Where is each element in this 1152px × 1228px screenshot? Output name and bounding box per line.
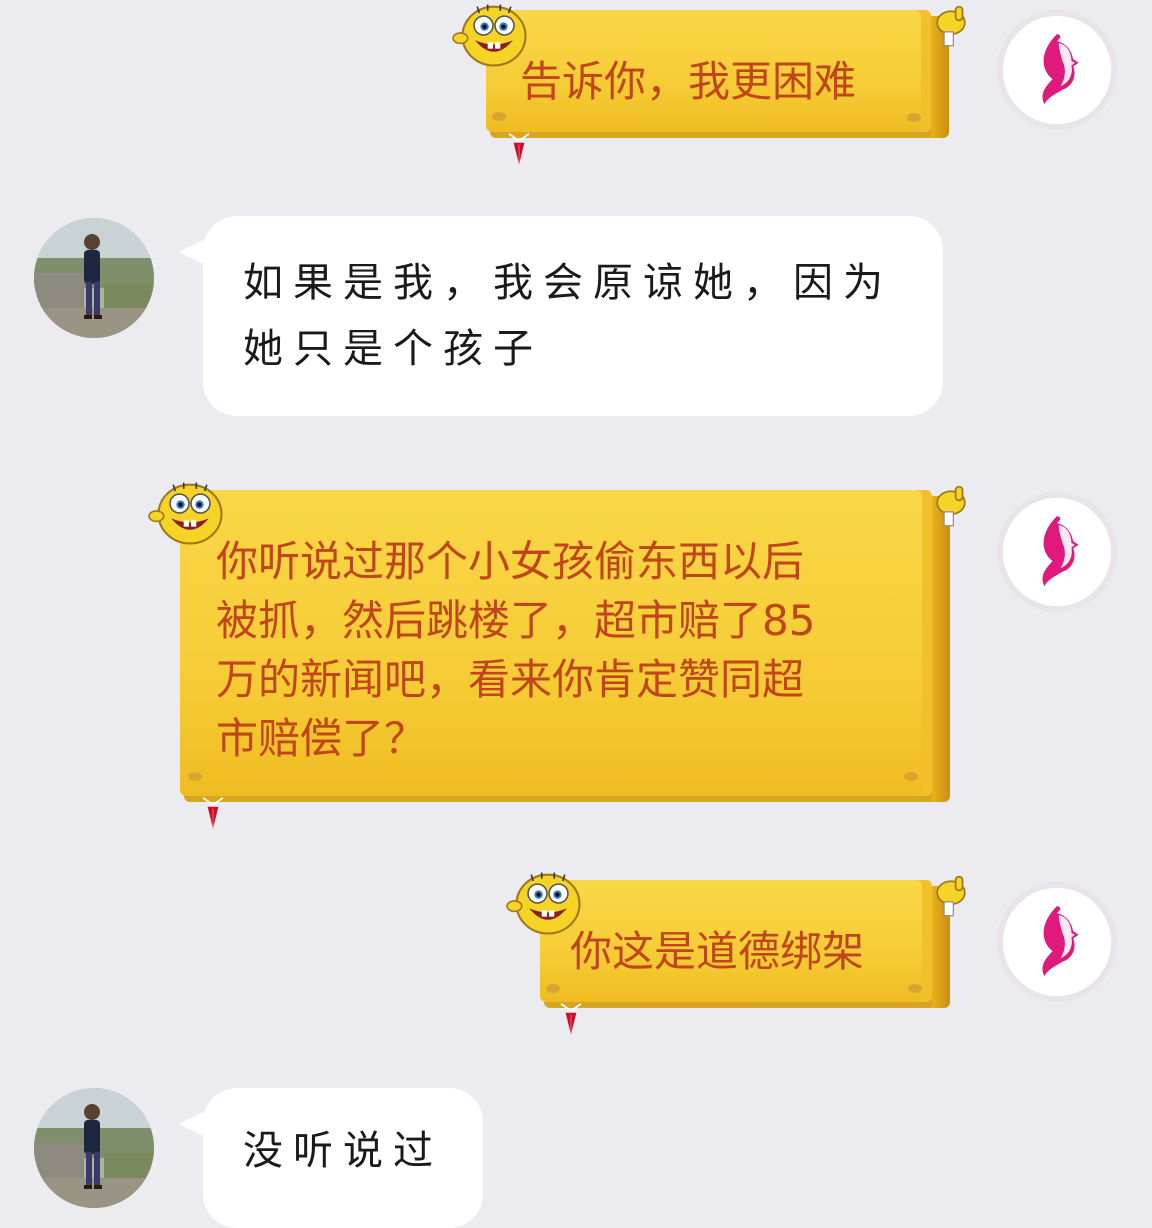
message-bubble-other[interactable]: 没听说过 (179, 1088, 483, 1228)
bubble-hole (188, 772, 202, 781)
red-tassel-icon (198, 796, 228, 832)
sponge-character-icon (452, 0, 536, 72)
message-bubble-other[interactable]: 如果是我，我会原谅她，因为 她只是个孩子 (179, 216, 943, 416)
message-bubble-self[interactable]: 告诉你，我更困难 (486, 10, 949, 138)
bubble-hole (907, 113, 921, 122)
message-text: 告诉你，我更困难 (520, 57, 857, 106)
pink-face-profile-logo-icon (1003, 888, 1111, 996)
bubble-hole (546, 984, 560, 993)
bubble-hole (492, 112, 506, 121)
thumbs-up-hand-icon (928, 872, 974, 918)
self-avatar[interactable] (997, 492, 1117, 612)
bubble-tail (179, 1110, 207, 1138)
message-text: 没听说过 (243, 1128, 443, 1174)
message-bubble-self[interactable]: 你这是道德绑架 (540, 880, 950, 1008)
bubble-edge (932, 496, 950, 802)
person-photo-icon (34, 1088, 154, 1208)
person-photo-icon (34, 218, 154, 338)
pink-face-profile-logo-icon (1003, 16, 1111, 124)
thumbs-up-hand-icon (928, 2, 974, 48)
chat-window: 告诉你，我更困难 如果是我，我会原谅她，因为 她只是个孩子 你听说过那个小女孩偷… (0, 0, 1152, 1228)
self-avatar[interactable] (997, 882, 1117, 1002)
sponge-character-icon (506, 866, 590, 940)
message-text: 你这是道德绑架 (570, 927, 865, 976)
message-text: 你听说过那个小女孩偷东西以后 被抓，然后跳楼了，超市赔了85 万的新闻吧，看来你… (216, 537, 816, 763)
other-avatar[interactable] (34, 1088, 154, 1208)
bubble-tail (179, 238, 207, 266)
bubble-hole (908, 984, 922, 993)
pink-face-profile-logo-icon (1003, 498, 1111, 606)
message-bubble-self[interactable]: 你听说过那个小女孩偷东西以后 被抓，然后跳楼了，超市赔了85 万的新闻吧，看来你… (180, 490, 950, 802)
other-avatar[interactable] (34, 218, 154, 338)
red-tassel-icon (556, 1002, 586, 1038)
red-tassel-icon (504, 132, 534, 168)
self-avatar[interactable] (997, 10, 1117, 130)
message-text: 如果是我，我会原谅她，因为 她只是个孩子 (243, 260, 893, 372)
bubble-hole (904, 772, 918, 781)
sponge-character-icon (148, 476, 232, 550)
thumbs-up-hand-icon (928, 482, 974, 528)
